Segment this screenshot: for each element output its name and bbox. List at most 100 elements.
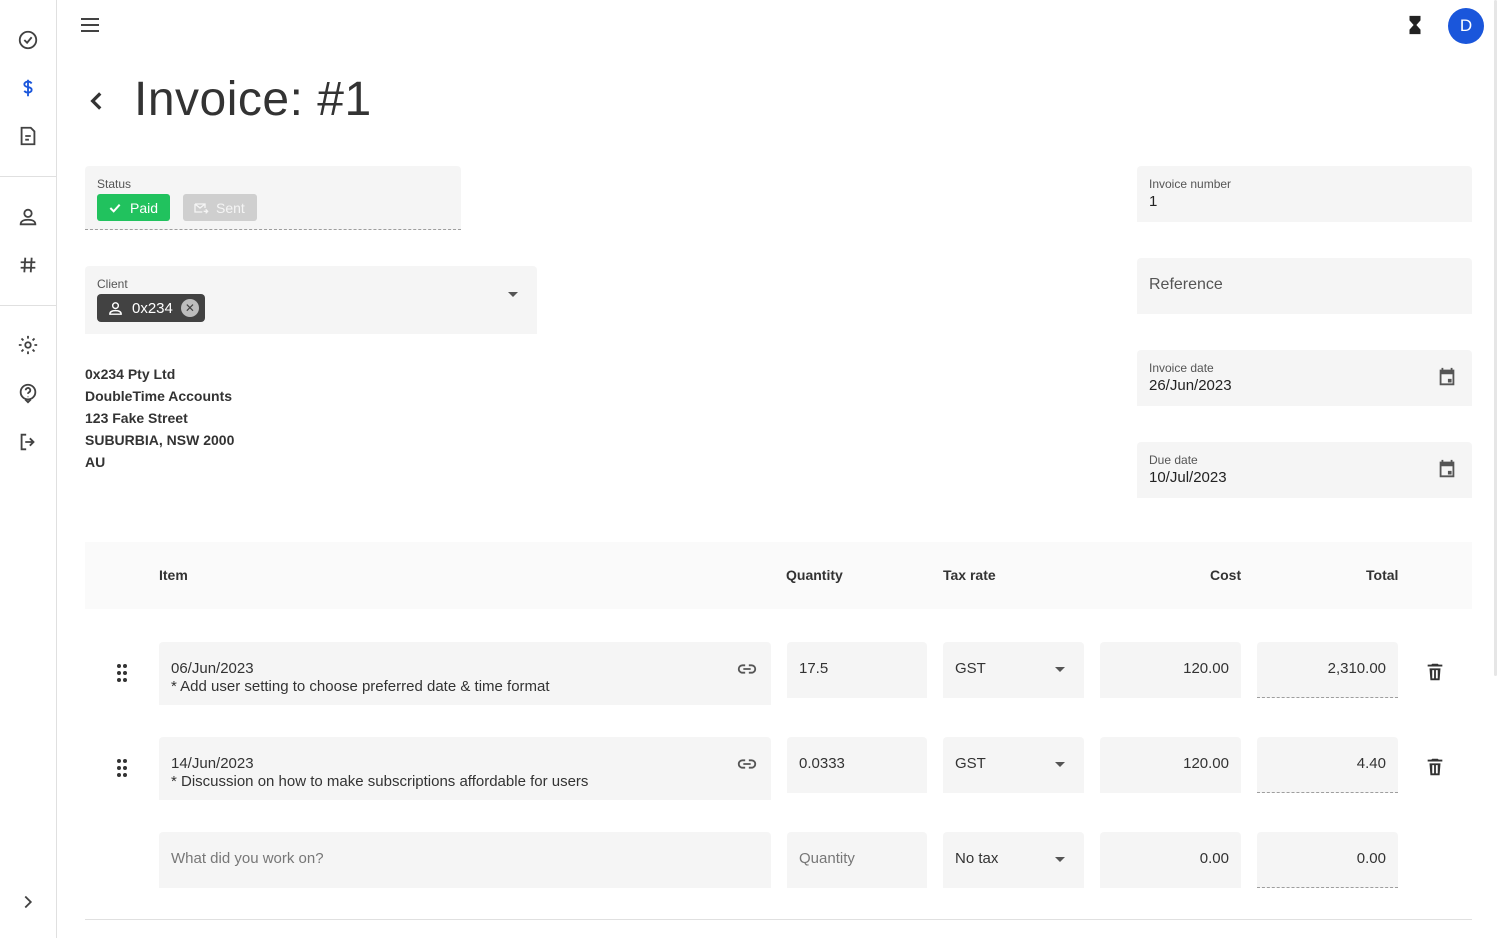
address-line: 123 Fake Street	[85, 410, 188, 426]
person-icon[interactable]	[14, 203, 42, 231]
new-total-value: 0.00	[1356, 850, 1386, 867]
invoice-date-label: Invoice date	[1149, 361, 1214, 375]
mail-send-icon	[194, 202, 209, 214]
new-cost-value: 0.00	[1199, 850, 1229, 867]
rail-divider	[0, 176, 56, 177]
avatar[interactable]: D	[1448, 8, 1484, 44]
item-description: * Add user setting to choose preferred d…	[171, 678, 550, 695]
new-quantity-placeholder: Quantity	[799, 850, 855, 867]
scrollbar[interactable]	[1494, 0, 1497, 676]
logout-icon[interactable]	[14, 428, 42, 456]
quantity-input[interactable]: 0.0333	[787, 737, 927, 793]
header-item: Item	[159, 567, 188, 583]
client-address: 0x234 Pty Ltd DoubleTime Accounts 123 Fa…	[85, 363, 234, 473]
client-label: Client	[97, 277, 128, 291]
invoice-number-label: Invoice number	[1149, 177, 1232, 191]
header-quantity: Quantity	[786, 567, 843, 583]
table-divider	[85, 919, 1472, 920]
gear-icon[interactable]	[14, 331, 42, 359]
link-icon[interactable]	[736, 658, 758, 680]
invoice-date-field[interactable]: Invoice date 26/Jun/2023	[1137, 350, 1472, 406]
due-date-field[interactable]: Due date 10/Jul/2023	[1137, 442, 1472, 498]
new-item-placeholder: What did you work on?	[171, 850, 324, 867]
sent-label: Sent	[216, 199, 245, 216]
status-field: Status Paid Sent	[85, 166, 461, 230]
cost-value: 120.00	[1183, 660, 1229, 677]
client-chip-label: 0x234	[132, 299, 173, 317]
address-line: DoubleTime Accounts	[85, 388, 233, 404]
chevron-right-icon[interactable]	[14, 888, 42, 916]
page-title: Invoice: #1	[134, 73, 372, 126]
drag-handle-icon[interactable]	[116, 758, 128, 778]
total-field: 2,310.00	[1257, 642, 1398, 698]
quantity-input[interactable]: 17.5	[787, 642, 927, 698]
header-total: Total	[1366, 567, 1399, 583]
total-field: 4.40	[1257, 737, 1398, 793]
rail-divider	[0, 305, 56, 306]
new-item-input[interactable]: What did you work on?	[159, 832, 771, 888]
hourglass-icon[interactable]	[1404, 14, 1426, 36]
item-text: 14/Jun/2023 * Discussion on how to make …	[171, 755, 588, 791]
total-value: 4.40	[1356, 755, 1386, 772]
paid-label: Paid	[130, 199, 159, 216]
item-date: 06/Jun/2023	[171, 660, 254, 677]
hash-icon[interactable]	[14, 251, 42, 279]
item-field[interactable]: 14/Jun/2023 * Discussion on how to make …	[159, 737, 771, 800]
check-icon	[109, 203, 121, 213]
menu-icon[interactable]	[78, 13, 102, 37]
person-icon	[109, 301, 122, 315]
chevron-down-icon[interactable]	[1055, 667, 1065, 672]
trash-icon[interactable]	[1424, 660, 1446, 684]
back-icon[interactable]	[84, 88, 110, 116]
remove-chip-icon[interactable]: ✕	[180, 299, 199, 317]
address-line: SUBURBIA, NSW 2000	[85, 432, 235, 448]
check-circle-icon[interactable]	[14, 26, 42, 54]
cost-input[interactable]: 120.00	[1100, 642, 1241, 698]
quantity-value: 0.0333	[799, 755, 845, 772]
help-icon[interactable]	[14, 379, 42, 407]
chevron-down-icon[interactable]	[508, 292, 518, 297]
link-icon[interactable]	[736, 753, 758, 775]
new-total-field: 0.00	[1257, 832, 1398, 888]
address-line: AU	[85, 454, 106, 470]
trash-icon[interactable]	[1424, 755, 1446, 779]
client-chip[interactable]: 0x234 ✕	[97, 294, 205, 322]
sent-chip[interactable]: Sent	[183, 194, 257, 221]
header-cost: Cost	[1210, 567, 1242, 583]
address-line: 0x234 Pty Ltd	[85, 366, 176, 382]
tax-value: GST	[955, 755, 986, 772]
tax-select[interactable]: GST	[943, 737, 1084, 793]
invoice-date-value: 26/Jun/2023	[1149, 377, 1232, 394]
cost-value: 120.00	[1183, 755, 1229, 772]
reference-field[interactable]: Reference	[1137, 258, 1472, 314]
chevron-down-icon[interactable]	[1055, 762, 1065, 767]
new-cost-input[interactable]: 0.00	[1100, 832, 1241, 888]
item-description: * Discussion on how to make subscription…	[171, 773, 589, 790]
paid-chip[interactable]: Paid	[97, 194, 171, 221]
due-date-label: Due date	[1149, 453, 1198, 467]
dollar-icon[interactable]	[14, 74, 42, 102]
due-date-value: 10/Jul/2023	[1149, 469, 1227, 486]
total-value: 2,310.00	[1327, 660, 1386, 677]
item-text: 06/Jun/2023 * Add user setting to choose…	[171, 660, 550, 696]
header-tax-rate: Tax rate	[943, 567, 996, 583]
item-field[interactable]: 06/Jun/2023 * Add user setting to choose…	[159, 642, 771, 705]
item-date: 14/Jun/2023	[171, 755, 254, 772]
new-tax-value: No tax	[955, 850, 999, 867]
new-quantity-input[interactable]: Quantity	[787, 832, 927, 888]
calendar-icon[interactable]	[1436, 366, 1458, 388]
calendar-icon[interactable]	[1436, 458, 1458, 480]
tax-select[interactable]: GST	[943, 642, 1084, 698]
receipt-icon[interactable]	[14, 122, 42, 150]
invoice-number-field[interactable]: Invoice number 1	[1137, 166, 1472, 222]
drag-handle-icon[interactable]	[116, 663, 128, 683]
new-tax-select[interactable]: No tax	[943, 832, 1084, 888]
items-table-header: Item Quantity Tax rate Cost Total	[85, 542, 1472, 609]
reference-placeholder: Reference	[1149, 276, 1223, 293]
quantity-value: 17.5	[799, 660, 829, 677]
client-select[interactable]: Client 0x234 ✕	[85, 266, 537, 334]
cost-input[interactable]: 120.00	[1100, 737, 1241, 793]
invoice-number-value: 1	[1149, 193, 1158, 210]
chevron-down-icon[interactable]	[1055, 857, 1065, 862]
tax-value: GST	[955, 660, 986, 677]
